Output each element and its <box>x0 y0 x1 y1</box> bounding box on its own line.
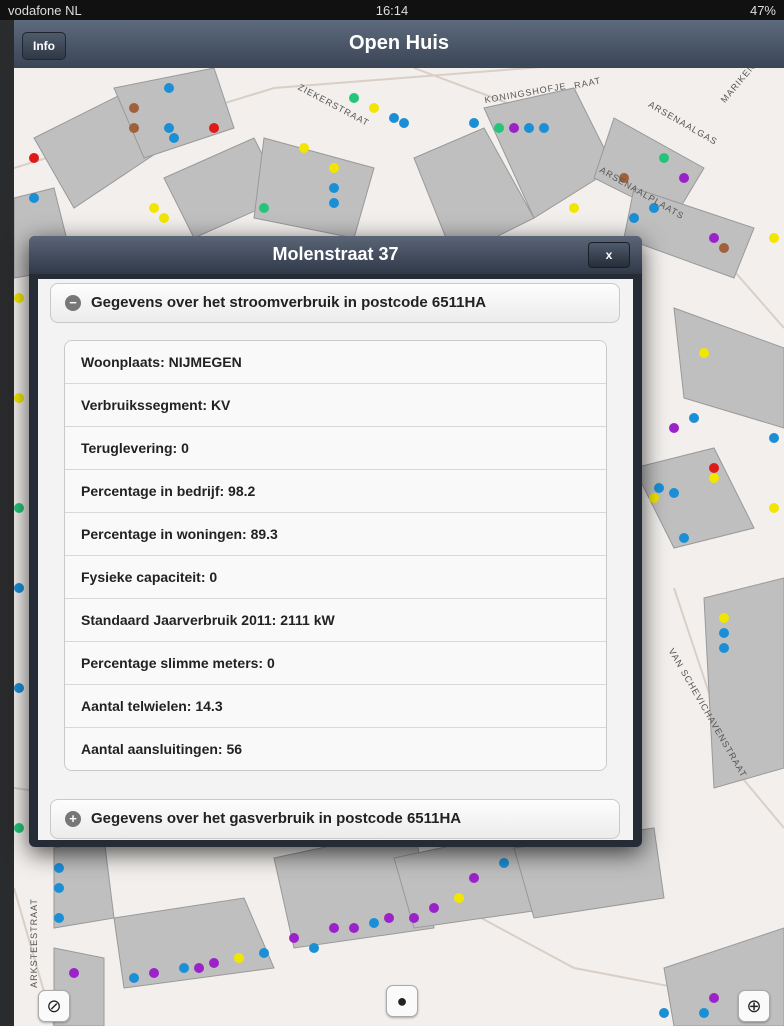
app-title: Open Huis <box>348 32 449 54</box>
detail-row-percentage-woningen: Percentage in woningen: 89.3 <box>65 513 606 556</box>
locate-icon: ⊕ <box>746 996 762 1016</box>
detail-row-percentage-bedrijf: Percentage in bedrijf: 98.2 <box>65 470 606 513</box>
lightbulb-icon: ● <box>396 991 408 1011</box>
electricity-details-list: Woonplaats: NIJMEGEN Verbruikssegment: K… <box>64 340 607 771</box>
detail-row-telwielen: Aantal telwielen: 14.3 <box>65 685 606 728</box>
detail-row-teruglevering: Teruglevering: 0 <box>65 427 606 470</box>
minus-circle-icon: − <box>65 295 81 311</box>
plus-circle-icon: + <box>65 811 81 827</box>
popup-header: Molenstraat 37 x <box>29 236 642 274</box>
detail-row-verbruikssegment: Verbruikssegment: KV <box>65 384 606 427</box>
detail-row-jaarverbruik: Standaard Jaarverbruik 2011: 2111 kW <box>65 599 606 642</box>
clock: 16:14 <box>375 3 409 18</box>
navigation-bar: Info Open Huis <box>14 20 784 69</box>
close-button[interactable]: x <box>588 242 630 268</box>
detail-row-woonplaats: Woonplaats: NIJMEGEN <box>65 341 606 384</box>
detail-popup: Molenstraat 37 x − Gegevens over het str… <box>29 236 642 847</box>
street-label: ARKSTEESTRAAT <box>28 898 39 988</box>
electricity-section-header[interactable]: − Gegevens over het stroomverbruik in po… <box>50 283 620 323</box>
compass-button[interactable]: ⊘ <box>38 990 70 1022</box>
popup-content: − Gegevens over het stroomverbruik in po… <box>38 279 633 840</box>
compass-icon: ⊘ <box>46 996 62 1016</box>
detail-row-aansluitingen: Aantal aansluitingen: 56 <box>65 728 606 770</box>
gas-section-header[interactable]: + Gegevens over het gasverbruik in postc… <box>50 799 620 839</box>
gas-section-label: Gegevens over het gasverbruik in postcod… <box>91 810 462 827</box>
status-bar: vodafone NL 16:14 47% <box>0 0 784 20</box>
popup-title: Molenstraat 37 <box>272 244 399 264</box>
lightbulb-button[interactable]: ● <box>386 985 418 1017</box>
locate-button[interactable]: ⊕ <box>738 990 770 1022</box>
electricity-section-label: Gegevens over het stroomverbruik in post… <box>91 294 487 311</box>
detail-row-fysieke-capaciteit: Fysieke capaciteit: 0 <box>65 556 606 599</box>
detail-row-slimme-meters: Percentage slimme meters: 0 <box>65 642 606 685</box>
battery-percent: 47% <box>749 3 776 18</box>
